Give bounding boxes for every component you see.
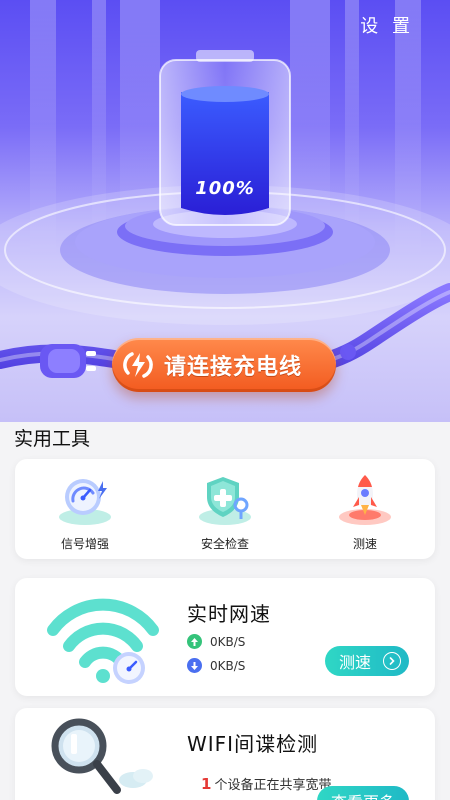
tool-label: 测速 (352, 537, 377, 551)
shared-devices-label: 个设备正在共享宽带 (214, 778, 332, 793)
wifi-gauge-icon (47, 598, 159, 684)
download-arrow-icon (187, 658, 202, 673)
view-more-button-label: 查看更多 (331, 789, 395, 800)
battery-percent: 100% (195, 178, 255, 199)
upload-rate-row: 0KB/S (187, 634, 245, 649)
shield-icon (199, 477, 251, 525)
view-more-button[interactable]: 查看更多 (316, 786, 409, 800)
wifi-spy-check-card: WIFI间谍检测 1个设备正在共享宽带 查看更多 (15, 708, 435, 800)
download-rate-value: 0KB/S (210, 658, 246, 673)
connect-charger-label: 请连接充电线 (164, 355, 303, 380)
tool-security-check[interactable]: 安全检查 (155, 459, 295, 559)
speed-test-button[interactable]: 测速 (324, 646, 409, 676)
shared-device-count: 1 (201, 775, 212, 793)
battery-hero: 100% 设 置 请连接充电线 (0, 0, 450, 422)
tool-signal-boost[interactable]: 信号增强 (15, 459, 155, 559)
charging-bolt-icon (118, 345, 158, 385)
chevron-right-icon (383, 652, 401, 670)
realtime-speed-title: 实时网速 (187, 602, 271, 626)
signal-gauge-icon (59, 479, 111, 525)
connect-charger-button[interactable]: 请连接充电线 (112, 338, 336, 392)
speed-test-button-label: 测速 (338, 653, 371, 672)
upload-arrow-icon (187, 634, 202, 649)
realtime-speed-card: 实时网速 0KB/S 0KB/S 测速 (15, 578, 435, 696)
shared-devices-text: 1 个设备正在共享宽带 (201, 774, 331, 793)
rocket-icon (339, 475, 391, 525)
wifi-spy-check-title: WIFI间谍检测 (187, 732, 319, 756)
settings-button[interactable]: 设 置 (360, 12, 414, 38)
tools-card: 信号增强 安全检查 测速 (15, 459, 435, 559)
download-rate-row: 0KB/S (187, 658, 245, 673)
tool-label: 安全检查 (200, 537, 249, 551)
magnifier-icon (51, 718, 153, 794)
tools-section-title: 实用工具 (14, 428, 91, 450)
upload-rate-value: 0KB/S (210, 634, 246, 649)
tool-label: 信号增强 (60, 537, 109, 551)
tool-speed-test[interactable]: 测速 (295, 459, 435, 559)
